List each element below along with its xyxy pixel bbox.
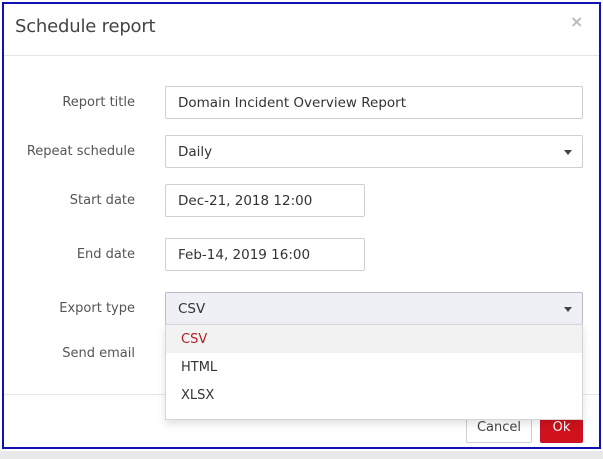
schedule-report-dialog: Schedule report × Report title Domain In… [0, 0, 603, 459]
repeat-schedule-value: Daily [178, 143, 213, 160]
start-date-label: Start date [69, 193, 135, 208]
close-icon[interactable]: × [570, 12, 583, 32]
repeat-schedule-select[interactable]: Daily [165, 135, 583, 168]
repeat-schedule-label: Repeat schedule [26, 144, 135, 159]
bottom-strip [0, 451, 603, 459]
chevron-down-icon [564, 150, 572, 155]
export-type-label: Export type [59, 301, 135, 316]
chevron-down-icon [564, 307, 572, 312]
send-email-label: Send email [62, 346, 135, 361]
start-date-input[interactable]: Dec-21, 2018 12:00 [165, 184, 365, 217]
end-date-label: End date [76, 247, 135, 262]
start-date-value: Dec-21, 2018 12:00 [178, 192, 313, 209]
report-title-label: Report title [62, 95, 135, 110]
export-type-select[interactable]: CSV [165, 292, 583, 325]
end-date-input[interactable]: Feb-14, 2019 16:00 [165, 238, 365, 271]
dialog-title: Schedule report [15, 16, 156, 37]
end-date-value: Feb-14, 2019 16:00 [178, 246, 311, 263]
export-type-option-csv[interactable]: CSV [166, 325, 582, 353]
export-type-option-xlsx[interactable]: XLSX [166, 381, 582, 409]
export-type-dropdown: CSV HTML XLSX [165, 324, 583, 420]
export-type-value: CSV [178, 300, 206, 317]
report-title-value: Domain Incident Overview Report [178, 94, 407, 111]
export-type-option-html[interactable]: HTML [166, 353, 582, 381]
header-divider [4, 55, 599, 56]
report-title-input[interactable]: Domain Incident Overview Report [165, 86, 583, 119]
